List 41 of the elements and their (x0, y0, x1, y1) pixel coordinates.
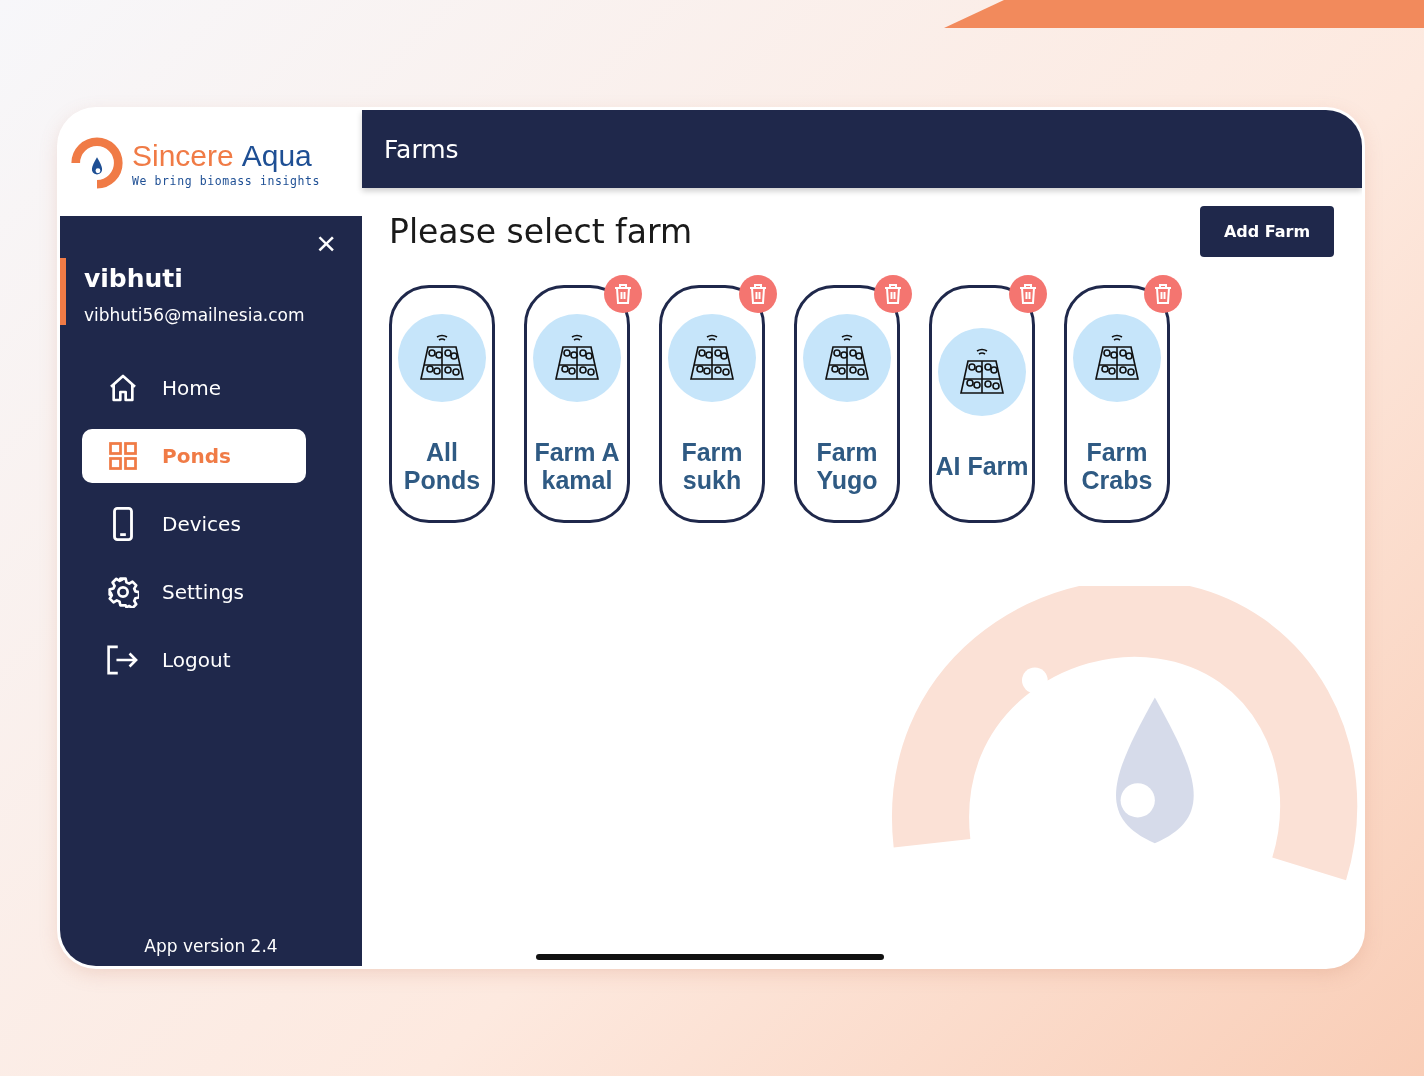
delete-button[interactable] (604, 275, 642, 313)
grid-icon (108, 441, 138, 471)
user-name: vibhuti (84, 264, 184, 293)
shrimp-logo-icon (68, 134, 126, 192)
delete-button[interactable] (874, 275, 912, 313)
farm-label: Farm sukh (680, 438, 744, 494)
logout-icon (106, 644, 140, 676)
nav-item[interactable]: Settings (82, 565, 306, 619)
page-title: Farms (384, 134, 459, 164)
farm-label: Farm Crabs (1080, 438, 1154, 494)
farm-label: Farm A kamal (533, 438, 621, 494)
trash-icon (1018, 283, 1038, 305)
brand-name: Aqua (241, 138, 312, 174)
farm-card[interactable]: Farm sukh (659, 285, 765, 523)
farm-label: All Ponds (402, 438, 482, 494)
add-farm-button[interactable]: Add Farm (1200, 206, 1334, 257)
farm-label: Farm Yugo (815, 438, 879, 494)
trash-icon (613, 283, 633, 305)
nav-item[interactable]: Devices (82, 497, 306, 551)
page-heading: Please select farm (389, 212, 693, 251)
farm-card[interactable]: Farm Yugo (794, 285, 900, 523)
app-version: App version 2.4 (143, 936, 279, 958)
farm-card[interactable]: Farm A kamal (524, 285, 630, 523)
farm-card[interactable]: All Ponds (389, 285, 495, 523)
trash-icon (748, 283, 768, 305)
farm-label: AI Farm (934, 452, 1030, 480)
farm-card[interactable]: AI Farm (929, 285, 1035, 523)
farm-card[interactable]: Farm Crabs (1064, 285, 1170, 523)
user-email: vibhuti56@mailnesia.com (84, 305, 306, 325)
home-icon (107, 372, 139, 404)
brand-name: Sincere (132, 138, 234, 174)
delete-button[interactable] (1144, 275, 1182, 313)
close-button[interactable]: × (312, 228, 340, 258)
delete-button[interactable] (739, 275, 777, 313)
trash-icon (1153, 283, 1173, 305)
nav-item[interactable]: Logout (82, 633, 306, 687)
brand-tagline: We bring biomass insights (132, 174, 321, 188)
nav-item[interactable]: Home (82, 361, 306, 415)
delete-button[interactable] (1009, 275, 1047, 313)
settings-icon (107, 576, 139, 608)
trash-icon (883, 283, 903, 305)
